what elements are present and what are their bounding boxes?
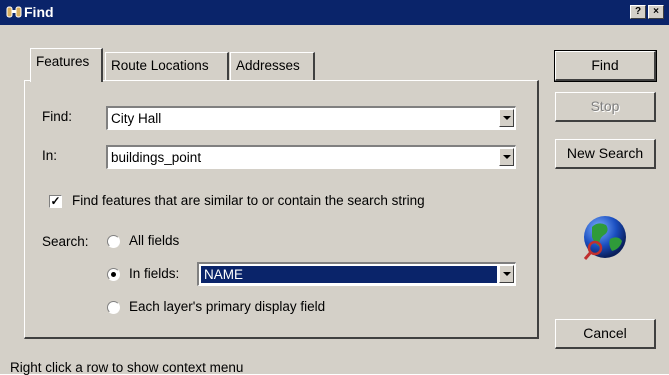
- binoculars-icon: [6, 6, 22, 18]
- window-title: Find: [24, 4, 54, 20]
- cancel-button[interactable]: Cancel: [555, 319, 656, 349]
- new-search-button[interactable]: New Search: [555, 139, 656, 169]
- find-dialog: Find ? × Features Route Locations Addres…: [0, 0, 669, 375]
- find-button[interactable]: Find: [554, 50, 657, 82]
- features-tab-panel: [24, 80, 539, 339]
- close-button[interactable]: ×: [648, 5, 664, 19]
- help-button[interactable]: ?: [630, 5, 646, 19]
- tab-route-locations[interactable]: Route Locations: [105, 52, 229, 80]
- tab-features[interactable]: Features: [30, 48, 103, 82]
- status-text: Right click a row to show context menu: [10, 360, 244, 375]
- title-bar[interactable]: Find ? ×: [0, 0, 669, 25]
- globe-magnifier-icon: [583, 216, 626, 260]
- tab-addresses[interactable]: Addresses: [230, 52, 315, 80]
- stop-button[interactable]: Stop: [555, 92, 656, 122]
